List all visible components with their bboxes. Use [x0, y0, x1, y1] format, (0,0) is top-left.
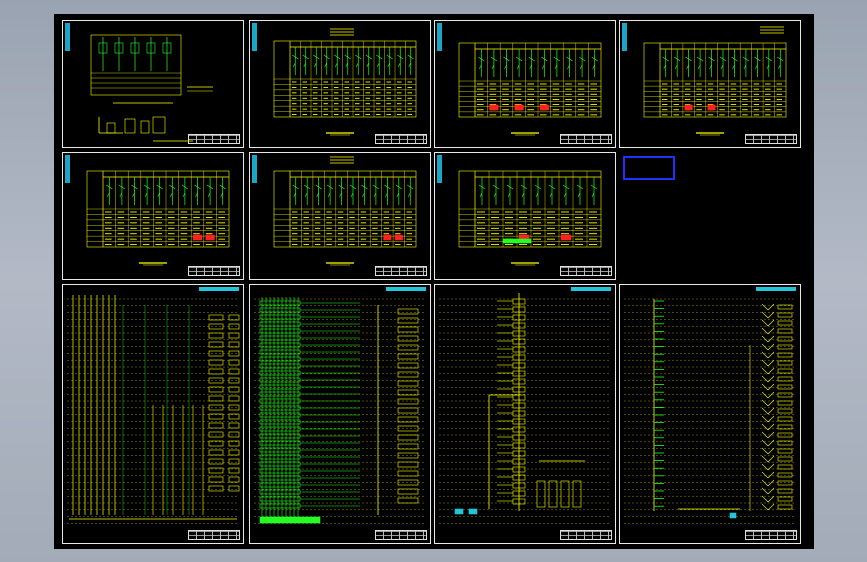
- sheet-riser-diagram[interactable]: [434, 284, 616, 544]
- sheet-riser-diagram[interactable]: [62, 284, 244, 544]
- sheet-linework: [624, 298, 794, 524]
- sheet-riser-diagram-green[interactable]: [249, 284, 431, 544]
- sheet-linework: [643, 26, 787, 136]
- sheet-linework: [458, 42, 602, 136]
- sheet-linework: [254, 297, 424, 524]
- sheet-linework: [273, 156, 417, 266]
- drawing-notice-box[interactable]: [623, 156, 675, 180]
- sheet-linework: [273, 28, 417, 136]
- sheet-panel-schedule[interactable]: [434, 152, 616, 280]
- sheet-linework: [67, 295, 240, 524]
- sheet-linework: [90, 34, 213, 142]
- sheet-panel-schematic[interactable]: [62, 20, 244, 148]
- sheet-linework: [439, 293, 609, 524]
- sheet-riser-diagram[interactable]: [619, 284, 801, 544]
- sheet-panel-schedule[interactable]: [619, 20, 801, 148]
- sheet-linework: [86, 170, 230, 266]
- sheet-panel-schedule[interactable]: [249, 152, 431, 280]
- sheet-linework: [458, 170, 602, 266]
- sheet-panel-schedule[interactable]: [62, 152, 244, 280]
- sheet-panel-schedule[interactable]: [434, 20, 616, 148]
- sheet-panel-schedule[interactable]: [249, 20, 431, 148]
- cad-drawing-canvas[interactable]: [54, 14, 814, 549]
